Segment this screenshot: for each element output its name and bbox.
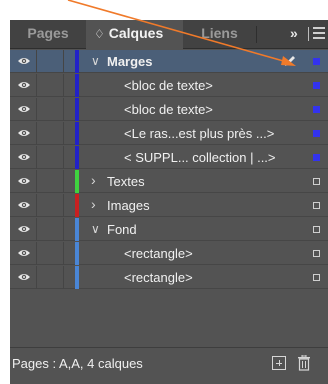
layer-color-swatch	[75, 122, 79, 145]
lock-toggle[interactable]	[37, 98, 64, 121]
lock-toggle[interactable]	[37, 242, 64, 265]
item-name: <bloc de texte>	[124, 102, 213, 117]
tab-calques-icon: ♢	[94, 27, 105, 41]
eye-icon[interactable]	[17, 80, 31, 90]
selection-square[interactable]	[313, 178, 320, 185]
selection-square[interactable]	[313, 154, 320, 161]
layer-color-swatch	[75, 266, 79, 289]
eye-icon[interactable]	[17, 128, 31, 138]
layer-row[interactable]: ∨ Fond	[10, 218, 328, 241]
tab-liens[interactable]: Liens	[183, 20, 256, 49]
item-name: <rectangle>	[124, 246, 193, 261]
visibility-toggle[interactable]	[10, 146, 37, 169]
tab-divider	[308, 27, 309, 41]
visibility-toggle[interactable]	[10, 194, 37, 217]
eye-icon[interactable]	[17, 272, 31, 282]
eye-icon[interactable]	[17, 248, 31, 258]
footer-status: Pages : A,A, 4 calques	[12, 356, 143, 371]
selection-square[interactable]	[313, 58, 320, 65]
eye-icon[interactable]	[17, 152, 31, 162]
layer-item-row[interactable]: <rectangle>	[10, 266, 328, 289]
selection-square[interactable]	[313, 250, 320, 257]
item-name: <rectangle>	[124, 270, 193, 285]
item-name: <bloc de texte>	[124, 78, 213, 93]
layer-name: Images	[107, 198, 150, 213]
eye-icon[interactable]	[17, 56, 31, 66]
layer-row[interactable]: › Textes	[10, 170, 328, 193]
selection-square[interactable]	[313, 202, 320, 209]
visibility-toggle[interactable]	[10, 266, 37, 289]
eye-icon[interactable]	[17, 176, 31, 186]
visibility-toggle[interactable]	[10, 170, 37, 193]
layer-item-row[interactable]: <Le ras...est plus près ...>	[10, 122, 328, 145]
layer-name: Textes	[107, 174, 145, 189]
lock-toggle[interactable]	[37, 50, 64, 73]
item-name: < SUPPL... collection | ...>	[124, 150, 276, 165]
visibility-toggle[interactable]	[10, 74, 37, 97]
selection-square[interactable]	[313, 82, 320, 89]
layer-row[interactable]: › Images	[10, 194, 328, 217]
layer-color-swatch	[75, 74, 79, 97]
pen-icon	[285, 56, 295, 66]
selection-square[interactable]	[313, 226, 320, 233]
visibility-toggle[interactable]	[10, 98, 37, 121]
panel-tab-bar: Pages ♢ Calques Liens »	[10, 20, 328, 50]
lock-toggle[interactable]	[37, 266, 64, 289]
lock-toggle[interactable]	[37, 218, 64, 241]
layer-name: Fond	[107, 222, 137, 237]
layer-item-row[interactable]: < SUPPL... collection | ...>	[10, 146, 328, 169]
layers-panel: Pages ♢ Calques Liens » ∨ Marges <bloc de t…	[10, 20, 328, 384]
tab-calques[interactable]: ♢ Calques	[86, 20, 183, 50]
new-layer-icon[interactable]	[272, 356, 286, 370]
panel-footer: Pages : A,A, 4 calques	[10, 347, 328, 384]
layer-color-swatch	[75, 218, 79, 241]
chevron-right-icon[interactable]: ›	[91, 172, 96, 188]
visibility-toggle[interactable]	[10, 122, 37, 145]
selection-square[interactable]	[313, 130, 320, 137]
panel-menu-icon[interactable]	[313, 27, 325, 41]
visibility-toggle[interactable]	[10, 242, 37, 265]
selection-square[interactable]	[313, 274, 320, 281]
visibility-toggle[interactable]	[10, 50, 37, 73]
lock-toggle[interactable]	[37, 146, 64, 169]
layer-color-swatch	[75, 50, 79, 73]
eye-icon[interactable]	[17, 200, 31, 210]
layer-color-swatch	[75, 146, 79, 169]
resize-grip[interactable]	[150, 377, 190, 382]
layer-color-swatch	[75, 242, 79, 265]
layer-name: Marges	[107, 54, 153, 69]
selection-square[interactable]	[313, 106, 320, 113]
tab-separator	[256, 26, 257, 43]
lock-toggle[interactable]	[37, 122, 64, 145]
layer-color-swatch	[75, 170, 79, 193]
item-name: <Le ras...est plus près ...>	[124, 126, 275, 141]
lock-toggle[interactable]	[37, 194, 64, 217]
layer-row[interactable]: ∨ Marges	[10, 50, 328, 73]
layer-item-row[interactable]: <rectangle>	[10, 242, 328, 265]
more-tabs-button[interactable]: »	[290, 20, 298, 49]
chevron-right-icon[interactable]: ›	[91, 196, 96, 212]
chevron-down-icon[interactable]: ∨	[91, 222, 100, 236]
eye-icon[interactable]	[17, 104, 31, 114]
layer-item-row[interactable]: <bloc de texte>	[10, 74, 328, 97]
layer-color-swatch	[75, 194, 79, 217]
visibility-toggle[interactable]	[10, 218, 37, 241]
tab-pages[interactable]: Pages	[10, 20, 86, 49]
chevron-down-icon[interactable]: ∨	[91, 54, 100, 68]
layer-color-swatch	[75, 98, 79, 121]
lock-toggle[interactable]	[37, 74, 64, 97]
lock-toggle[interactable]	[37, 170, 64, 193]
eye-icon[interactable]	[17, 224, 31, 234]
tab-calques-label: Calques	[108, 25, 164, 41]
trash-icon[interactable]	[297, 355, 311, 371]
layer-item-row[interactable]: <bloc de texte>	[10, 98, 328, 121]
